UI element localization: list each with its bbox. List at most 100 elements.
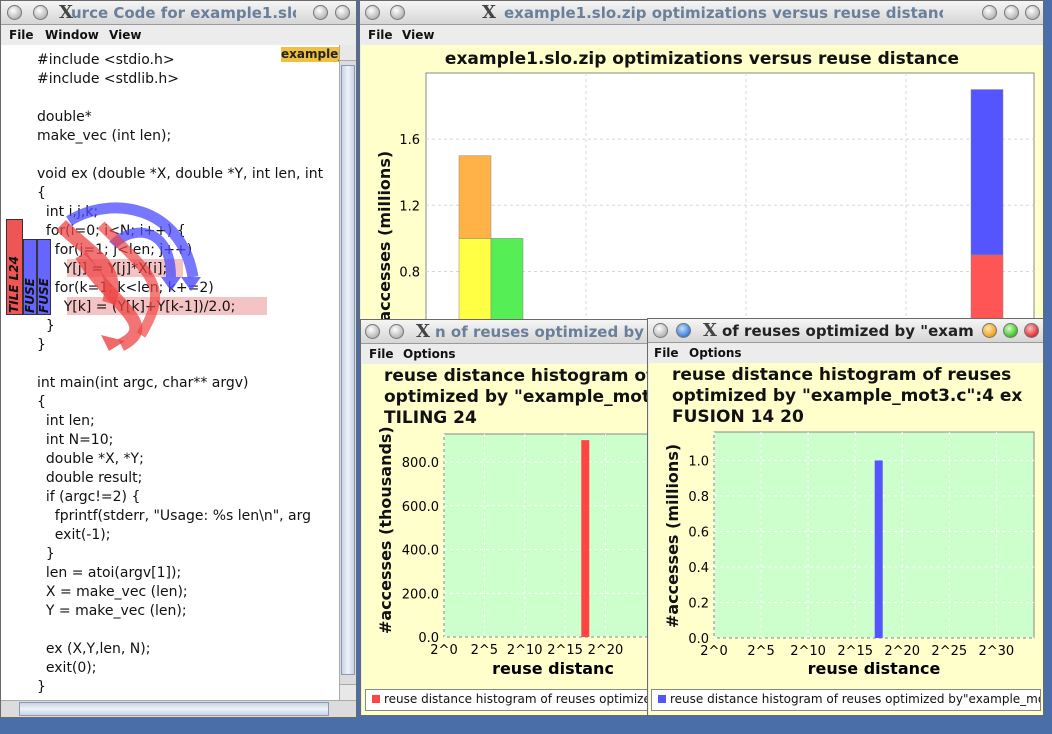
source-code-text: #include <stdio.h> #include <stdlib.h> do… bbox=[37, 51, 323, 697]
x-tick-label: 2^15 bbox=[837, 644, 873, 659]
vertical-scrollbar[interactable] bbox=[339, 45, 356, 700]
x-tick-label: 2^0 bbox=[430, 643, 457, 658]
close-button[interactable] bbox=[1025, 5, 1040, 20]
code-line: } bbox=[37, 679, 46, 695]
window-menu-button[interactable] bbox=[7, 5, 22, 20]
fuse-label-1-text: FUSE bbox=[23, 278, 37, 313]
fusion-chart-area: reuse distance histogram of reuses optim… bbox=[649, 363, 1043, 715]
x-tick-label: 2^5 bbox=[747, 644, 774, 659]
code-line: #include <stdlib.h> bbox=[37, 71, 180, 87]
tiling-titlebar[interactable]: X n of reuses optimized by "ex bbox=[361, 320, 661, 344]
y-tick-label: 1.6 bbox=[399, 133, 420, 148]
code-line: int len; bbox=[37, 413, 95, 429]
fusion-titlebar[interactable]: X of reuses optimized by "example_ bbox=[648, 319, 1043, 343]
main-chart-titlebar[interactable]: X example1.slo.zip optimizations versus … bbox=[360, 1, 1043, 25]
shade-button[interactable] bbox=[676, 323, 691, 338]
code-line: ex (X,Y,len, N); bbox=[37, 641, 151, 657]
histogram-bar bbox=[581, 440, 590, 637]
close-button[interactable] bbox=[1024, 323, 1039, 338]
x-tick-label: 2^10 bbox=[507, 643, 543, 658]
x-tick-label: 2^15 bbox=[547, 643, 583, 658]
window-menu-button[interactable] bbox=[365, 324, 380, 339]
main-chart-area: example1.slo.zip optimizations versus re… bbox=[361, 45, 1043, 329]
bar-segment bbox=[970, 89, 1004, 256]
window-title: n of reuses optimized by "ex bbox=[435, 323, 661, 341]
window-menu-button[interactable] bbox=[653, 323, 668, 338]
y-tick-label: 400.0 bbox=[402, 544, 439, 559]
maximize-button[interactable] bbox=[335, 5, 350, 20]
tiling-chart-area: reuse distance histogram of optimized by… bbox=[362, 364, 661, 715]
source-code-window: X urce Code for example1.slo. File Windo… bbox=[0, 0, 357, 718]
chart-legend: reuse distance histogram of reuses optim… bbox=[651, 689, 1041, 711]
minimize-button[interactable] bbox=[982, 323, 997, 338]
maximize-button[interactable] bbox=[1003, 323, 1018, 338]
code-line: Y[k] = (Y[k]+Y[k-1])/2.0; bbox=[37, 299, 236, 315]
menu-file[interactable]: File bbox=[368, 28, 393, 42]
menu-file[interactable]: File bbox=[654, 346, 679, 360]
code-line: { bbox=[37, 394, 46, 410]
shade-button[interactable] bbox=[390, 5, 405, 20]
y-tick-label: 0.2 bbox=[688, 596, 709, 611]
scroll-down-button[interactable] bbox=[340, 684, 356, 700]
x-axis-label: reuse distanc bbox=[492, 659, 614, 678]
code-line: len = atoi(argv[1]); bbox=[37, 565, 182, 581]
code-pane: example_ TILE L24 FUSE FUSE #include <st… bbox=[1, 45, 339, 700]
code-line: int i,j,k; bbox=[37, 204, 99, 220]
y-tick-label: 600.0 bbox=[402, 500, 439, 515]
code-line: double result; bbox=[37, 470, 143, 486]
code-line: Y = make_vec (len); bbox=[37, 603, 187, 619]
main-chart-menubar: File View bbox=[360, 25, 1043, 45]
x-tick-label: 2^0 bbox=[700, 644, 727, 659]
shade-button[interactable] bbox=[33, 5, 48, 20]
hscroll-thumb[interactable] bbox=[19, 702, 329, 716]
code-line: X = make_vec (len); bbox=[37, 584, 188, 600]
y-tick-label: 1.2 bbox=[399, 199, 420, 214]
code-line: for(j=1; j<len; j++) bbox=[37, 242, 193, 258]
menu-file[interactable]: File bbox=[369, 347, 394, 361]
menu-file[interactable]: File bbox=[9, 28, 34, 42]
code-line: double *X, *Y; bbox=[37, 451, 144, 467]
y-tick-label: 0.8 bbox=[688, 490, 709, 505]
main-chart-plot: 0.8 1.2 1.6 bbox=[399, 72, 1035, 329]
y-tick-label: 1.0 bbox=[688, 454, 709, 469]
source-menubar: File Window View bbox=[1, 25, 356, 45]
horizontal-scrollbar[interactable] bbox=[1, 700, 356, 717]
scroll-up-button[interactable] bbox=[340, 45, 356, 61]
histogram-bar bbox=[874, 460, 883, 638]
menu-view[interactable]: View bbox=[109, 28, 141, 42]
code-line: int main(int argc, char** argv) bbox=[37, 375, 249, 391]
window-menu-button[interactable] bbox=[365, 5, 380, 20]
bar-segment bbox=[458, 238, 492, 329]
code-line: int N=10; bbox=[37, 432, 114, 448]
menu-options[interactable]: Options bbox=[403, 347, 456, 361]
tiling-chart-plot: 0.0200.0400.0600.0800.02^0 2^5 2^10 2^15 2^2… bbox=[402, 433, 661, 678]
menu-options[interactable]: Options bbox=[689, 346, 742, 360]
bar-segment bbox=[490, 238, 524, 329]
x-tick-label: 2^20 bbox=[884, 644, 920, 659]
x-tick-label: 2^10 bbox=[790, 644, 826, 659]
scroll-thumb[interactable] bbox=[341, 65, 355, 675]
menu-view[interactable]: View bbox=[402, 28, 434, 42]
source-window-titlebar[interactable]: X urce Code for example1.slo. bbox=[1, 1, 356, 25]
x-axis-label: reuse distance bbox=[808, 659, 941, 678]
maximize-button[interactable] bbox=[1004, 5, 1019, 20]
fusion-menubar: File Options bbox=[648, 343, 1043, 363]
window-title: example1.slo.zip optimizations versus re… bbox=[504, 4, 943, 22]
fusion-chart-plot: 0.00.20.40.60.81.02^0 2^5 2^10 2^15 2^20 2^25… bbox=[688, 431, 1035, 678]
minimize-button[interactable] bbox=[313, 5, 328, 20]
y-tick-label: 800.0 bbox=[402, 456, 439, 471]
y-tick-label: 200.0 bbox=[402, 587, 439, 602]
minimize-button[interactable] bbox=[982, 5, 997, 20]
menu-window[interactable]: Window bbox=[45, 28, 99, 42]
plot-background bbox=[443, 433, 661, 638]
code-line: #include <stdio.h> bbox=[37, 52, 175, 68]
y-tick-label: 0.6 bbox=[688, 525, 709, 540]
code-line: for(i=0; i<N; i++) { bbox=[37, 223, 186, 239]
code-line: if (argc!=2) { bbox=[37, 489, 141, 505]
shade-button[interactable] bbox=[389, 324, 404, 339]
code-line: exit(0); bbox=[37, 660, 97, 676]
